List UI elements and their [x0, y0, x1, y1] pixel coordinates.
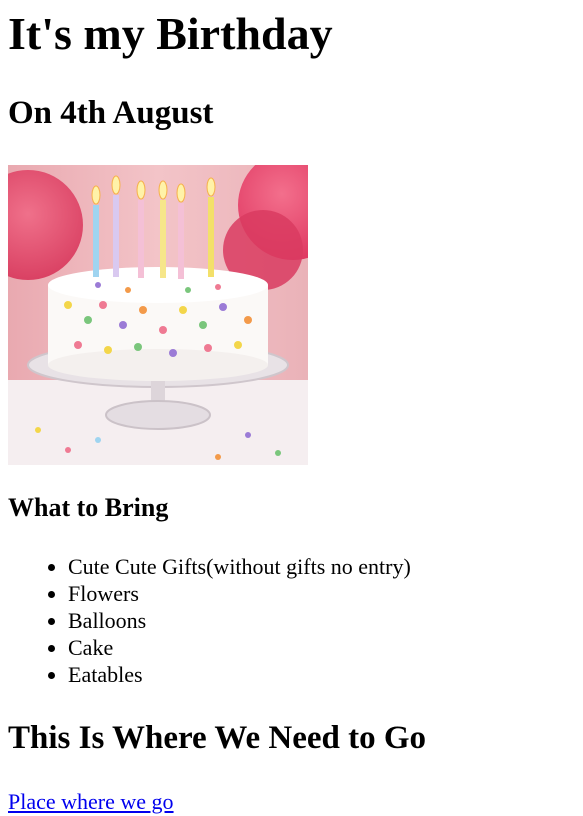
- page: It's my Birthday On 4th August What to B…: [0, 0, 583, 815]
- what-to-bring-heading: What to Bring: [8, 492, 169, 522]
- list-item: Cake: [68, 634, 575, 661]
- bring-list: Cute Cute Gifts(without gifts no entry) …: [8, 553, 575, 688]
- list-item: Flowers: [68, 580, 575, 607]
- list-item: Eatables: [68, 661, 575, 688]
- place-link[interactable]: Place where we go: [8, 789, 174, 815]
- birthday-cake-image: [8, 164, 308, 465]
- list-item: Cute Cute Gifts(without gifts no entry): [68, 553, 575, 580]
- list-item: Balloons: [68, 607, 575, 634]
- where-to-go-heading: This Is Where We Need to Go: [8, 719, 427, 756]
- event-date: On 4th August: [8, 94, 214, 131]
- page-title: It's my Birthday: [8, 8, 333, 59]
